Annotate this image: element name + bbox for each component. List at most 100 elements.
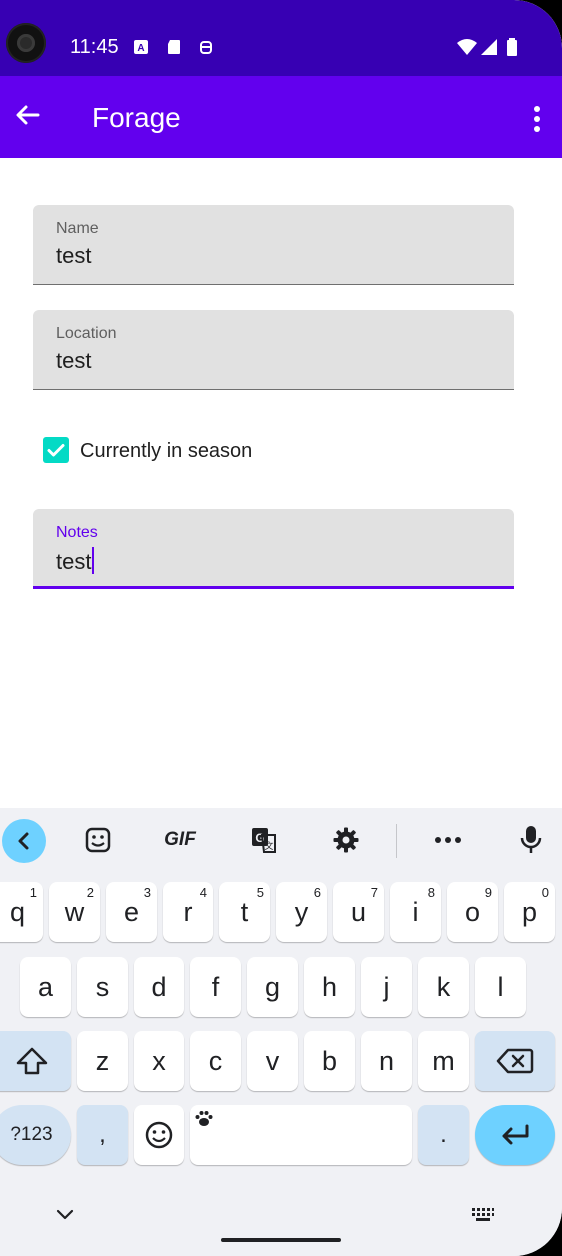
key-t[interactable]: t5	[219, 882, 270, 942]
page-title: Forage	[92, 102, 181, 133]
key-w[interactable]: w2	[49, 882, 100, 942]
camera-cutout	[6, 23, 46, 63]
key-e[interactable]: e3	[106, 882, 157, 942]
key-label: u	[350, 896, 367, 927]
svg-text:A: A	[137, 43, 144, 54]
key-z[interactable]: z	[77, 1031, 128, 1091]
key-m[interactable]: m	[418, 1031, 469, 1091]
key-l[interactable]: l	[475, 957, 526, 1017]
enter-icon	[502, 1124, 529, 1145]
paw-icon	[195, 1111, 213, 1126]
key-c[interactable]: c	[190, 1031, 241, 1091]
location-label: Location	[56, 325, 117, 342]
key-k[interactable]: k	[418, 957, 469, 1017]
check-icon	[47, 444, 65, 457]
key-p[interactable]: p0	[504, 882, 555, 942]
notes-text: test	[56, 549, 92, 574]
key-label: i	[412, 896, 419, 927]
translate-icon[interactable]: G文	[248, 822, 280, 858]
key-s[interactable]: s	[77, 957, 128, 1017]
more-vert-icon[interactable]	[532, 104, 542, 134]
key-label: p	[521, 896, 538, 927]
key-i[interactable]: i8	[390, 882, 441, 942]
name-field[interactable]: Name test	[33, 205, 514, 285]
a-icon: A	[134, 40, 148, 54]
key-hint: 0	[541, 885, 549, 900]
sd-card-icon	[168, 40, 180, 54]
key-hint: 9	[484, 885, 492, 900]
key-label: y	[294, 896, 309, 927]
key-hint: 6	[313, 885, 321, 900]
shift-key[interactable]	[0, 1031, 71, 1091]
key-g[interactable]: g	[247, 957, 298, 1017]
emoji-icon	[145, 1121, 173, 1149]
in-season-label: Currently in season	[80, 440, 253, 462]
keyboard-toolbar: GIF G文	[0, 808, 562, 874]
key-u[interactable]: u7	[333, 882, 384, 942]
key-o[interactable]: o9	[447, 882, 498, 942]
period-key[interactable]: .	[418, 1105, 469, 1165]
symbols-key[interactable]: ?123	[0, 1105, 71, 1165]
mic-icon[interactable]	[515, 822, 547, 858]
key-n[interactable]: n	[361, 1031, 412, 1091]
arrow-back-icon[interactable]	[12, 100, 42, 130]
signal-icon	[481, 39, 497, 55]
key-r[interactable]: r4	[163, 882, 213, 942]
gif-button[interactable]: GIF	[158, 822, 202, 858]
name-value: test	[56, 243, 92, 268]
wifi-icon	[457, 39, 477, 55]
in-season-checkbox[interactable]	[43, 437, 69, 463]
keyboard-switch-icon[interactable]	[470, 1206, 496, 1224]
key-label: q	[9, 896, 26, 927]
key-j[interactable]: j	[361, 957, 412, 1017]
app-bar: Forage	[0, 76, 562, 158]
toolbar-divider	[396, 824, 397, 858]
key-a[interactable]: a	[20, 957, 71, 1017]
keyboard: GIF G文 q1 w2 e3 r4 t5 y6 u7 i8 o9 p 0 a …	[0, 808, 562, 1256]
notes-label: Notes	[56, 524, 98, 541]
key-h[interactable]: h	[304, 957, 355, 1017]
notes-field[interactable]: Notes test	[33, 509, 514, 589]
settings-icon[interactable]	[330, 822, 362, 858]
key-label: t	[240, 896, 249, 927]
key-label: o	[464, 896, 481, 927]
backspace-icon	[496, 1048, 534, 1074]
svg-text:文: 文	[264, 840, 273, 852]
key-hint: 2	[86, 885, 94, 900]
key-label: w	[64, 896, 85, 927]
key-d[interactable]: d	[134, 957, 184, 1017]
backspace-key[interactable]	[475, 1031, 555, 1091]
location-field[interactable]: Location test	[33, 310, 514, 390]
key-hint: 5	[256, 885, 264, 900]
key-label: e	[123, 896, 140, 927]
name-label: Name	[56, 220, 99, 237]
key-hint: 3	[143, 885, 151, 900]
key-v[interactable]: v	[247, 1031, 298, 1091]
key-hint: 7	[370, 885, 378, 900]
key-y[interactable]: y6	[276, 882, 327, 942]
key-hint: 1	[29, 885, 37, 900]
phone-screen: 11:45 A Forage Name test Location test C…	[0, 0, 562, 1256]
more-icon[interactable]	[432, 822, 464, 858]
status-time: 11:45	[70, 36, 119, 58]
key-x[interactable]: x	[134, 1031, 184, 1091]
shift-icon	[16, 1047, 47, 1075]
form-content: Name test Location test Currently in sea…	[0, 158, 562, 808]
key-label: r	[183, 896, 193, 927]
text-cursor	[92, 547, 95, 574]
android-icon	[200, 41, 212, 54]
enter-key[interactable]	[475, 1105, 555, 1165]
sticker-icon[interactable]	[82, 822, 114, 858]
key-q[interactable]: q1	[0, 882, 43, 942]
emoji-key[interactable]	[134, 1105, 184, 1165]
back-chevron-icon[interactable]	[2, 819, 46, 863]
hide-keyboard-icon[interactable]	[54, 1207, 76, 1221]
key-b[interactable]: b	[304, 1031, 355, 1091]
key-f[interactable]: f	[190, 957, 241, 1017]
status-bar: 11:45 A	[0, 0, 562, 76]
location-value: test	[56, 348, 92, 373]
space-key[interactable]	[190, 1105, 412, 1165]
comma-key[interactable]: ,	[77, 1105, 128, 1165]
key-hint: 4	[199, 885, 207, 900]
navigation-handle[interactable]	[221, 1238, 341, 1242]
